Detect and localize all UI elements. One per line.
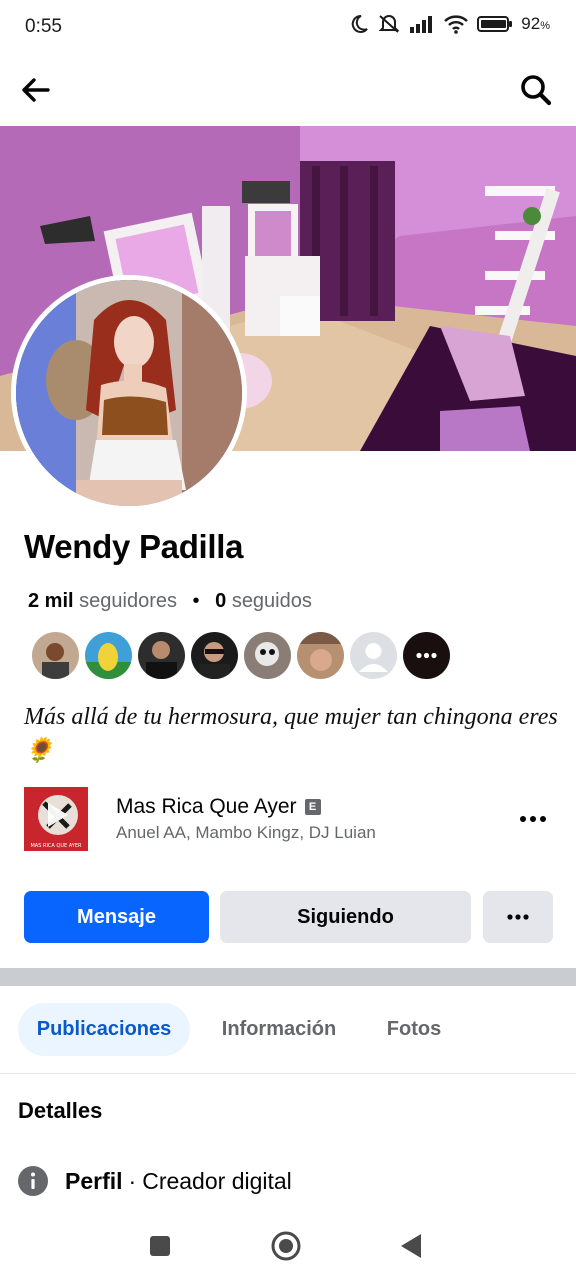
friend-avatar-default[interactable] [350,632,397,679]
song-artists: Anuel AA, Mambo Kingz, DJ Luian [116,823,376,842]
friend-avatar[interactable] [297,632,344,679]
status-bar: 0:55 92% [0,0,576,56]
detail-separator: · [128,1167,137,1194]
tab-informacion[interactable]: Información [205,1003,353,1056]
follow-stats[interactable]: 2 mil seguidores • 0 seguidos [28,590,312,613]
mute-icon [378,15,400,33]
detail-row-profile[interactable]: Perfil · Creador digital [18,1166,292,1196]
system-nav-bar [0,1212,576,1280]
friend-avatar[interactable] [85,632,132,679]
moon-icon [352,14,369,33]
following-label: seguidos [231,590,312,612]
profile-music[interactable]: MAS RICA QUE AYER Mas Rica Que Ayer E An… [24,787,554,853]
following-count: 0 [215,590,227,612]
detail-value: Creador digital [142,1167,292,1194]
top-bar [0,62,576,118]
friend-avatar[interactable] [32,632,79,679]
detail-label: Perfil [65,1167,123,1194]
recents-button[interactable] [142,1228,178,1264]
tab-fotos[interactable]: Fotos [370,1003,458,1056]
profile-bio: Más allá de tu hermosura, que mujer tan … [24,700,564,768]
followers-count: 2 mil [28,590,74,612]
album-cover[interactable]: MAS RICA QUE AYER [24,787,88,851]
info-icon [18,1166,48,1196]
signal-icon [410,16,433,33]
profile-name: Wendy Padilla [24,528,244,565]
tabs-divider [0,1073,576,1074]
stats-separator: • [192,590,200,612]
mutual-friends-row[interactable] [32,632,450,679]
home-button[interactable] [268,1228,304,1264]
sunflower-emoji: 🌻 [24,738,54,764]
details-title: Detalles [18,1098,103,1123]
back-button[interactable] [16,70,56,110]
more-horizontal-icon [520,816,546,822]
back-triangle-icon [401,1234,421,1258]
battery-percent: 92% [521,14,550,33]
friend-avatar[interactable] [244,632,291,679]
system-back-button[interactable] [393,1228,429,1264]
back-arrow-icon [22,78,50,102]
tab-publicaciones[interactable]: Publicaciones [18,1003,190,1056]
following-button[interactable]: Siguiendo [220,891,471,943]
followers-label: seguidores [79,590,177,612]
music-more-button[interactable] [518,807,548,831]
message-button[interactable]: Mensaje [24,891,209,943]
wifi-icon [444,15,469,34]
profile-avatar[interactable] [11,275,247,511]
recents-square-icon [150,1236,170,1256]
profile-more-button[interactable] [483,891,553,943]
status-time: 0:55 [25,16,62,37]
profile-tabs: Publicaciones Información Fotos [0,1003,576,1057]
bio-text: Más allá de tu hermosura, que mujer tan … [24,704,558,730]
friends-more-button[interactable] [403,632,450,679]
home-circle-icon [271,1231,301,1261]
search-icon [521,75,552,106]
battery-icon [477,16,513,32]
avatar-photo [16,280,242,506]
section-divider [0,968,576,986]
more-horizontal-icon [403,632,450,679]
album-caption: MAS RICA QUE AYER [30,843,82,849]
explicit-badge: E [304,799,321,815]
song-title: Mas Rica Que Ayer E [116,795,321,819]
search-button[interactable] [516,70,556,110]
friend-avatar[interactable] [191,632,238,679]
more-horizontal-icon [507,914,529,920]
friend-avatar[interactable] [138,632,185,679]
status-icons: 92% [349,14,550,34]
